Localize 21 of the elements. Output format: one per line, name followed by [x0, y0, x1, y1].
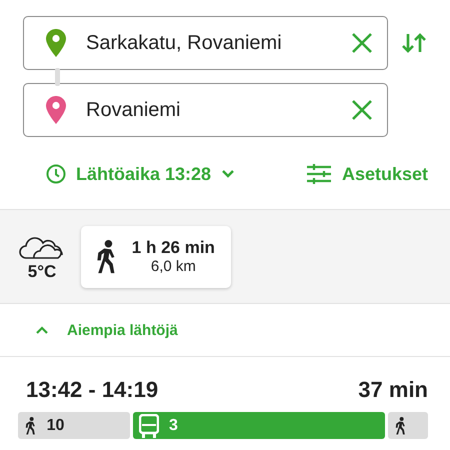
- connector-line: [55, 68, 60, 86]
- temperature: 5°C: [28, 262, 56, 282]
- itinerary-duration: 37 min: [358, 377, 428, 403]
- walk-option-card[interactable]: 1 h 26 min 6,0 km: [81, 226, 231, 288]
- origin-field[interactable]: Sarkakatu, Rovaniemi: [23, 16, 388, 70]
- location-pin-icon: [46, 29, 66, 57]
- walking-person-icon: [24, 416, 37, 434]
- chevron-down-icon: [221, 169, 236, 179]
- chevron-up-icon: [35, 325, 49, 335]
- clock-icon: [46, 164, 66, 184]
- sliders-icon: [306, 164, 332, 184]
- destination-field[interactable]: Rovaniemi: [23, 83, 388, 137]
- clear-icon[interactable]: [351, 32, 373, 54]
- swap-icon[interactable]: [402, 32, 426, 54]
- walk-leg: 10: [18, 412, 130, 439]
- bus-leg: 3: [133, 412, 385, 439]
- walking-person-icon: [394, 416, 407, 434]
- bus-icon: [139, 414, 159, 438]
- itinerary-times: 13:42 - 14:19: [26, 377, 158, 403]
- clear-icon[interactable]: [351, 99, 373, 121]
- location-pin-icon: [46, 96, 66, 124]
